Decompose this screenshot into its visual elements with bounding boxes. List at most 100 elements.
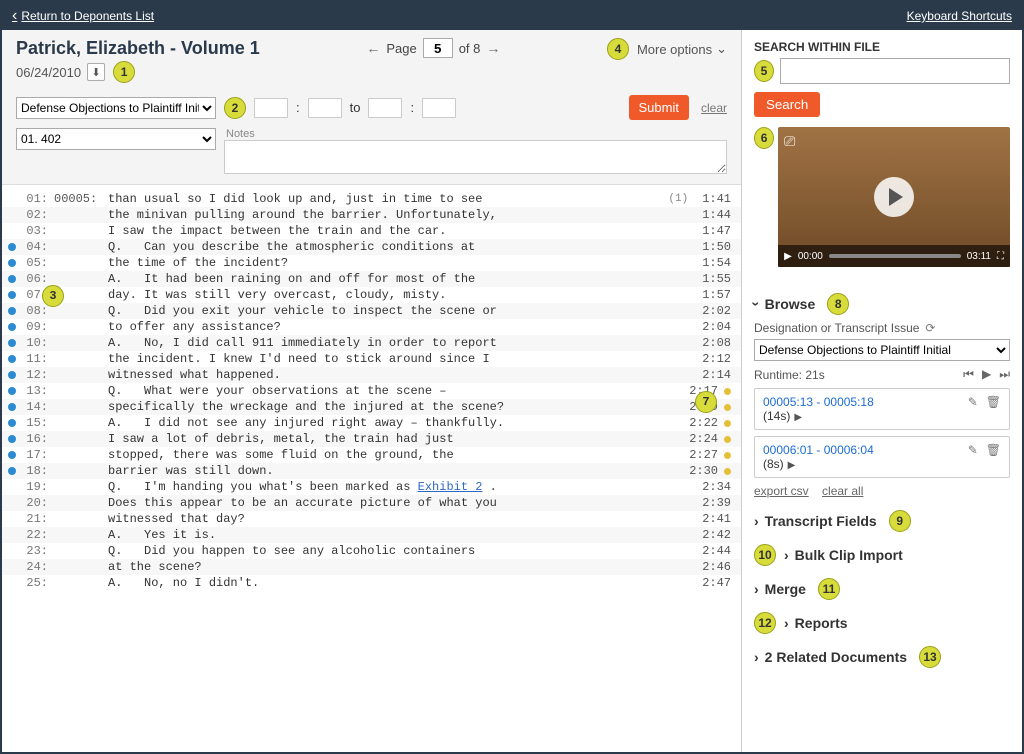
transcript-line[interactable]: 07:day. It was still very overcast, clou… xyxy=(2,287,741,303)
fullscreen-icon[interactable]: ⛶ xyxy=(997,251,1004,262)
page-next-button[interactable]: → xyxy=(486,40,500,56)
transcript-line[interactable]: 18:barrier was still down.2:30 xyxy=(2,463,741,479)
clip-play-icon[interactable] xyxy=(784,457,796,471)
transcript-line[interactable]: 02:the minivan pulling around the barrie… xyxy=(2,207,741,223)
search-button[interactable]: Search xyxy=(754,92,820,117)
runtime-prev-icon[interactable]: ⏮ xyxy=(963,367,974,382)
transcript-line[interactable]: 04:Q. Can you describe the atmospheric c… xyxy=(2,239,741,255)
search-title: SEARCH WITHIN FILE xyxy=(754,40,1010,54)
bulk-clip-toggle[interactable]: 10 Bulk Clip Import xyxy=(754,544,1010,566)
runtime-next-icon[interactable]: ⏭ xyxy=(999,367,1010,382)
transcript-line[interactable]: 06:A. It had been raining on and off for… xyxy=(2,271,741,287)
play-button[interactable] xyxy=(874,177,914,217)
cast-icon[interactable]: ⎚ xyxy=(784,133,795,150)
browse-select[interactable]: Defense Objections to Plaintiff Initial xyxy=(754,339,1010,361)
transcript-line[interactable]: 08:Q. Did you exit your vehicle to inspe… xyxy=(2,303,741,319)
line-time: 1:44 xyxy=(661,208,731,222)
transcript-line[interactable]: 10:A. No, I did call 911 immediately in … xyxy=(2,335,741,351)
annotation-3: 3 xyxy=(42,285,64,307)
reports-toggle[interactable]: 12 Reports xyxy=(754,612,1010,634)
download-button[interactable]: ⬇ xyxy=(87,63,105,81)
transcript-line[interactable]: 11:the incident. I knew I'd need to stic… xyxy=(2,351,741,367)
transcript-line[interactable]: 24:at the scene?2:46 xyxy=(2,559,741,575)
right-panel: SEARCH WITHIN FILE 5 Search 6 ⎚ ▶ 00:00 … xyxy=(742,30,1022,752)
transcript-line[interactable]: 05:the time of the incident?1:54 xyxy=(2,255,741,271)
line-text: I saw the impact between the train and t… xyxy=(108,224,661,238)
page-prev-button[interactable]: ← xyxy=(366,40,380,56)
transcript-line[interactable]: 16:I saw a lot of debris, metal, the tra… xyxy=(2,431,741,447)
range-start-page[interactable] xyxy=(254,98,288,118)
transcript-line[interactable]: 17:stopped, there was some fluid on the … xyxy=(2,447,741,463)
line-marker-icon xyxy=(8,355,16,363)
browse-panel-toggle[interactable]: Browse 8 xyxy=(754,293,1010,315)
line-time: 2:46 xyxy=(661,560,731,574)
related-docs-toggle[interactable]: 2 Related Documents 13 xyxy=(754,646,1010,668)
edit-icon[interactable]: ✎ xyxy=(968,443,978,457)
clip-duration: (8s) xyxy=(763,457,784,471)
transcript-line[interactable]: 01:00005:than usual so I did look up and… xyxy=(2,191,741,207)
range-start-line[interactable] xyxy=(308,98,342,118)
line-time: 2:41 xyxy=(661,512,731,526)
runtime-play-icon[interactable]: ▶ xyxy=(982,367,991,382)
page-number-input[interactable] xyxy=(423,38,453,58)
transcript-line[interactable]: 22:A. Yes it is.2:42 xyxy=(2,527,741,543)
transcript-line[interactable]: 14:specifically the wreckage and the inj… xyxy=(2,399,741,415)
video-player[interactable]: ⎚ ▶ 00:00 03:11 ⛶ xyxy=(778,127,1010,267)
issue-marker-icon xyxy=(724,436,731,443)
line-text: than usual so I did look up and, just in… xyxy=(108,192,661,206)
clear-all-link[interactable]: clear all xyxy=(822,484,863,498)
more-options-toggle[interactable]: More options ⌄ xyxy=(637,41,727,57)
transcript-line[interactable]: 13:Q. What were your observations at the… xyxy=(2,383,741,399)
transcript-line[interactable]: 23:Q. Did you happen to see any alcoholi… xyxy=(2,543,741,559)
line-text: A. Yes it is. xyxy=(108,528,661,542)
line-text: witnessed what happened. xyxy=(108,368,661,382)
line-number: 19: xyxy=(20,480,54,494)
line-marker-icon xyxy=(8,307,16,315)
transcript-line[interactable]: 20:Does this appear to be an accurate pi… xyxy=(2,495,741,511)
transcript-line[interactable]: 15:A. I did not see any injured right aw… xyxy=(2,415,741,431)
edit-icon[interactable]: ✎ xyxy=(968,395,978,409)
search-input[interactable] xyxy=(780,58,1010,84)
play-small-icon[interactable]: ▶ xyxy=(784,251,792,262)
delete-icon[interactable]: 🗑 xyxy=(986,443,1001,457)
caret-right-icon xyxy=(754,649,759,665)
line-text: A. It had been raining on and off for mo… xyxy=(108,272,661,286)
range-end-page[interactable] xyxy=(368,98,402,118)
range-end-line[interactable] xyxy=(422,98,456,118)
line-marker-icon xyxy=(8,371,16,379)
pager: ← Page of 8 → xyxy=(366,38,500,58)
return-link[interactable]: Return to Deponents List xyxy=(12,7,154,25)
clip-range[interactable]: 00006:01 - 00006:04 xyxy=(763,443,874,457)
delete-icon[interactable]: 🗑 xyxy=(986,395,1001,409)
clear-link[interactable]: clear xyxy=(701,101,727,115)
line-text: Q. Did you happen to see any alcoholic c… xyxy=(108,544,661,558)
export-csv-link[interactable]: export csv xyxy=(754,484,809,498)
transcript-line[interactable]: 25:A. No, no I didn't.2:47 xyxy=(2,575,741,591)
line-time: 2:39 xyxy=(661,496,731,510)
merge-toggle[interactable]: Merge 11 xyxy=(754,578,1010,600)
transcript-area[interactable]: 3 7 01:00005:than usual so I did look up… xyxy=(2,185,741,752)
caret-right-icon xyxy=(784,547,789,563)
video-progress[interactable] xyxy=(829,254,961,258)
transcript-line[interactable]: 19:Q. I'm handing you what's been marked… xyxy=(2,479,741,495)
transcript-fields-toggle[interactable]: Transcript Fields 9 xyxy=(754,510,1010,532)
line-marker-icon xyxy=(8,403,16,411)
transcript-line[interactable]: 09:to offer any assistance?2:04 xyxy=(2,319,741,335)
clip-range[interactable]: 00005:13 - 00005:18 xyxy=(763,395,874,409)
designation-select[interactable]: Defense Objections to Plaintiff Initial xyxy=(16,97,216,119)
annotation-11: 11 xyxy=(818,578,840,600)
line-number: 02: xyxy=(20,208,54,222)
submit-button[interactable]: Submit xyxy=(629,95,689,120)
line-time: 1:47 xyxy=(661,224,731,238)
transcript-line[interactable]: 03:I saw the impact between the train an… xyxy=(2,223,741,239)
line-marker-icon xyxy=(8,387,16,395)
refresh-icon[interactable] xyxy=(925,321,935,335)
transcript-line[interactable]: 12:witnessed what happened.2:14 xyxy=(2,367,741,383)
exhibit-link[interactable]: Exhibit 2 xyxy=(418,480,483,494)
issue-marker-icon xyxy=(724,388,731,395)
keyboard-shortcuts-link[interactable]: Keyboard Shortcuts xyxy=(907,9,1012,23)
rule-select[interactable]: 01. 402 xyxy=(16,128,216,150)
transcript-line[interactable]: 21:witnessed that day?2:41 xyxy=(2,511,741,527)
clip-play-icon[interactable] xyxy=(790,409,802,423)
notes-input[interactable] xyxy=(224,140,727,174)
